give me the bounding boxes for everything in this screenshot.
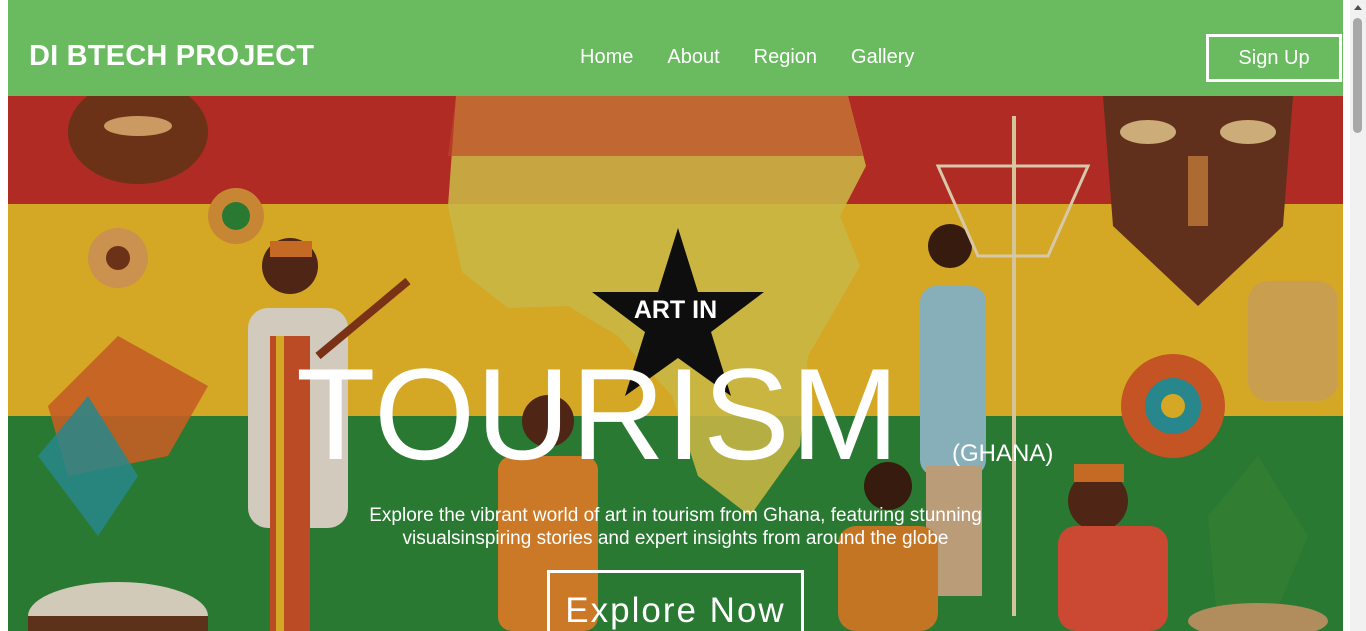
hero-kicker: ART IN: [633, 296, 718, 324]
nav-region[interactable]: Region: [754, 46, 817, 69]
nav-home[interactable]: Home: [580, 46, 633, 69]
explore-now-button[interactable]: Explore Now: [547, 570, 804, 631]
nav-gallery[interactable]: Gallery: [851, 46, 914, 69]
hero-headline: TOURISM: [296, 341, 901, 487]
navbar: DI BTECH PROJECT Home About Region Galle…: [8, 0, 1343, 96]
page: DI BTECH PROJECT Home About Region Galle…: [8, 0, 1343, 631]
hero-description: Explore the vibrant world of art in tour…: [369, 505, 982, 549]
scroll-up-arrow-icon[interactable]: [1354, 5, 1362, 10]
signup-button[interactable]: Sign Up: [1206, 34, 1342, 82]
hero-country: (GHANA): [952, 440, 1054, 467]
hero-section: ART IN TOURISM (GHANA) Explore the vibra…: [8, 96, 1343, 631]
scrollbar[interactable]: [1350, 0, 1366, 631]
scroll-thumb[interactable]: [1353, 18, 1362, 133]
main-nav: Home About Region Gallery: [580, 46, 948, 69]
brand-logo[interactable]: DI BTECH PROJECT: [29, 40, 314, 73]
nav-about[interactable]: About: [667, 46, 719, 69]
